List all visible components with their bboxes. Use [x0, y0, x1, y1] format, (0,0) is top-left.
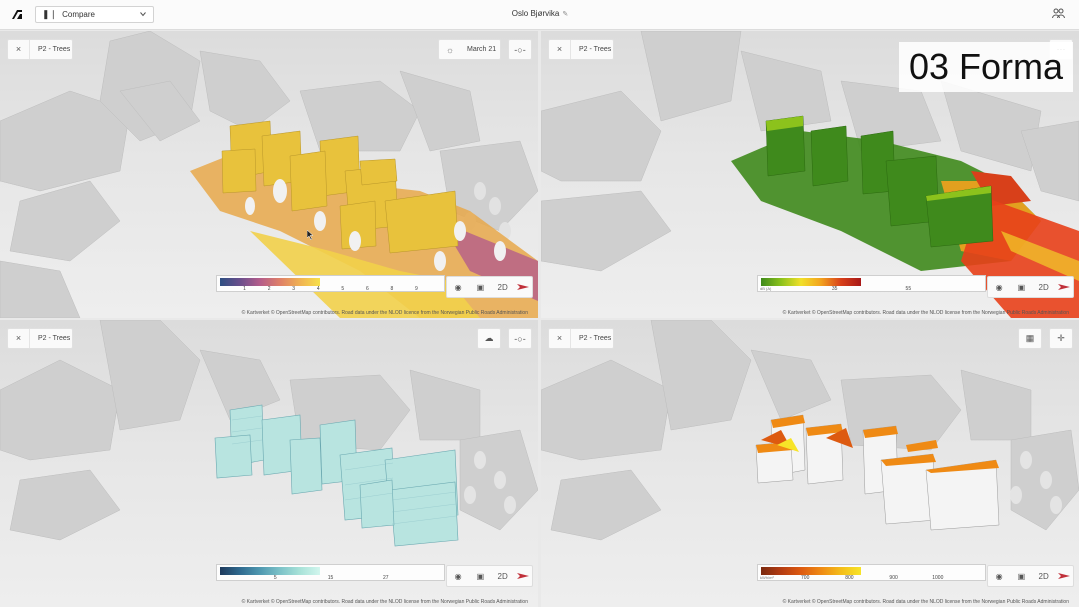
camera-icon[interactable]: ▣ [471, 283, 489, 292]
visibility-icon[interactable]: ◉ [990, 283, 1008, 292]
legend-tick: 5 [341, 286, 345, 292]
project-title[interactable]: Oslo Bjørvika ✎ [470, 9, 610, 18]
compass-icon[interactable] [1057, 283, 1071, 291]
legend-tick: 900 [889, 575, 898, 581]
view-tools: ◉ ▣ 2D [446, 565, 533, 587]
scenario-label: P2 - Trees [38, 335, 71, 342]
people-icon[interactable] [1052, 8, 1065, 19]
legend-tick: 800 [845, 575, 854, 581]
view-tools: ◉ ▣ 2D [987, 565, 1074, 587]
edit-icon: ✎ [562, 11, 569, 18]
compass-icon[interactable] [1057, 572, 1071, 580]
cloud-icon: ☁ [484, 333, 494, 343]
legend-tick: 4 [316, 286, 320, 292]
compass-icon[interactable] [516, 283, 530, 291]
legend-gradient [761, 567, 861, 575]
legend-tick: 700 [801, 575, 810, 581]
legend-tick: 2 [267, 286, 271, 292]
legend-tick: 55 [905, 286, 912, 292]
legend-tick: 9 [415, 286, 418, 292]
legend-tick: 8 [390, 286, 394, 292]
visibility-icon[interactable]: ◉ [449, 283, 467, 292]
camera-icon[interactable]: ▣ [1012, 283, 1030, 292]
legend-ticks: 1 2 3 4 5 6 8 9 [220, 286, 441, 292]
legend-tick: 6 [365, 286, 369, 292]
compare-icon: ❚❘ [42, 9, 58, 19]
legend-tick: 3 [292, 286, 296, 292]
close-icon[interactable]: × [549, 329, 571, 348]
top-bar: ❚❘ Compare Oslo Bjørvika ✎ [0, 0, 1079, 30]
date-picker[interactable]: ☼ March 21 [438, 39, 501, 60]
camera-icon[interactable]: ▣ [471, 572, 489, 581]
viewport-sun-hours[interactable]: × P2 - Trees ☼ March 21 -○- 1 2 3 4 5 6 8 9 ◉ ▣… [0, 31, 538, 318]
legend-gradient [761, 278, 861, 286]
legend-tick: 27 [382, 575, 389, 581]
legend-gradient [220, 278, 320, 286]
scenario-chip[interactable]: × P2 - Trees [548, 39, 614, 60]
view-mode-toggle[interactable]: 2D [1035, 572, 1053, 581]
slider-icon: -○- [514, 44, 526, 55]
analysis-legend: dB (A) 35 55 [757, 275, 986, 292]
date-label: March 21 [467, 46, 497, 53]
analysis-legend: 5 15 27 [216, 564, 445, 581]
view-mode-toggle[interactable]: 2D [494, 572, 512, 581]
slider-icon: -○- [514, 333, 526, 344]
view-tools: ◉ ▣ 2D [446, 276, 533, 298]
close-icon[interactable]: × [8, 40, 30, 59]
sky-settings-button[interactable]: ☁ [477, 328, 501, 349]
viewport-daylight[interactable]: × P2 - Trees ☁ -○- 5 15 27 ◉ ▣ 2D © Kartve… [0, 320, 538, 607]
crosshair-icon: ✛ [1057, 333, 1065, 343]
scenario-label: P2 - Trees [579, 46, 612, 53]
brand-overlay: 03 Forma [899, 42, 1073, 92]
sun-icon: ☼ [445, 44, 455, 55]
mouse-cursor-icon [307, 230, 314, 240]
legend-tick: 15 [327, 575, 334, 581]
map-attribution: © Kartverket © OpenStreetMap contributor… [241, 599, 528, 605]
scenario-label: P2 - Trees [38, 46, 71, 53]
grid-icon: ▦ [1025, 333, 1035, 343]
analysis-legend: 1 2 3 4 5 6 8 9 [216, 275, 445, 292]
visibility-icon[interactable]: ◉ [990, 572, 1008, 581]
scenario-chip[interactable]: × P2 - Trees [7, 328, 73, 349]
view-mode-toggle[interactable]: 2D [1035, 283, 1053, 292]
logo-icon[interactable] [11, 9, 23, 20]
legend-ticks: 35 55 [761, 286, 982, 292]
scenario-chip[interactable]: × P2 - Trees [548, 328, 614, 349]
scenario-chip[interactable]: × P2 - Trees [7, 39, 73, 60]
close-icon[interactable]: × [8, 329, 30, 348]
legend-tick: 5 [273, 575, 277, 581]
view-mode-toggle[interactable]: 2D [494, 283, 512, 292]
legend-tick: 1000 [932, 575, 944, 581]
map-attribution: © Kartverket © OpenStreetMap contributor… [241, 310, 528, 316]
camera-icon[interactable]: ▣ [1012, 572, 1030, 581]
analysis-legend: kWh/m² 700 800 900 1000 [757, 564, 986, 581]
compare-label: Compare [62, 10, 95, 19]
visibility-icon[interactable]: ◉ [449, 572, 467, 581]
time-slider-button[interactable]: -○- [508, 328, 532, 349]
close-icon[interactable]: × [549, 40, 571, 59]
legend-gradient [220, 567, 320, 575]
panel-settings-button[interactable]: ▦ [1018, 328, 1042, 349]
legend-ticks: 5 15 27 [220, 575, 441, 581]
map-attribution: © Kartverket © OpenStreetMap contributor… [782, 599, 1069, 605]
viewport-solar-energy[interactable]: × P2 - Trees ▦ ✛ kWh/m² 700 800 900 1000 ◉ … [541, 320, 1079, 607]
legend-tick: 1 [243, 286, 246, 292]
map-attribution: © Kartverket © OpenStreetMap contributor… [782, 310, 1069, 316]
view-tools: ◉ ▣ 2D [987, 276, 1074, 298]
legend-tick: 35 [831, 286, 838, 292]
compass-button[interactable]: ✛ [1049, 328, 1073, 349]
chevron-down-icon [140, 12, 146, 17]
time-slider-button[interactable]: -○- [508, 39, 532, 60]
legend-ticks: 700 800 900 1000 [761, 575, 982, 581]
scenario-label: P2 - Trees [579, 335, 612, 342]
compass-icon[interactable] [516, 572, 530, 580]
compare-select[interactable]: ❚❘ Compare [35, 6, 154, 23]
